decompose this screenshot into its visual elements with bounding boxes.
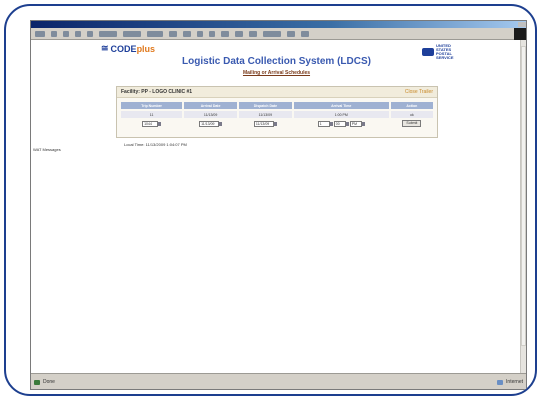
forward-button[interactable] [51,30,57,37]
arrival-date-field[interactable]: 11/13/09 [199,120,220,127]
table-header-row: Trip Number Arrival Date Dispatch Date A… [121,102,433,109]
table-cell: 11/13/09 [184,120,237,127]
column-header: Arrival Date [184,102,237,109]
dispatch-date-field[interactable]: 11/13/09 [253,120,274,127]
page-content: ≅ CODEplus UNITED STATES POSTAL SERVICE … [31,40,522,375]
chevron-down-icon[interactable] [158,121,162,126]
window-close-icon[interactable] [518,22,526,27]
panel-header: Facility: PP - LOGO CLINIC #1 Close Trai… [117,87,437,98]
zone-text: Internet [506,379,523,385]
submit-button[interactable]: Submit [402,120,422,127]
ampm-select[interactable]: PM [349,120,362,127]
table-cell: 11/13/09 [238,111,292,118]
stop-button[interactable] [63,30,69,37]
page-subtitle-link[interactable]: Mailing or Arrival Schedules [31,70,522,76]
browser-throbber-icon [514,28,526,40]
rounded-frame: ≅ CODEplus UNITED STATES POSTAL SERVICE … [4,4,537,396]
favorites-button[interactable] [123,30,141,37]
schedule-table: Trip Number Arrival Date Dispatch Date A… [119,100,435,129]
edit-button[interactable] [197,30,203,37]
table-cell: 1 00 PM [294,120,389,127]
eagle-icon [422,48,434,56]
table-cell: 1:00 PM [293,111,389,118]
browser-toolbar [31,28,526,40]
vertical-scrollbar[interactable] [520,40,526,375]
codeplus-logo: ≅ CODEplus [101,43,155,54]
browser-window: ≅ CODEplus UNITED STATES POSTAL SERVICE … [30,20,527,390]
minute-select[interactable]: 00 [333,120,346,127]
table-cell: 11/13/09 [184,111,237,118]
status-bar: Done Internet [31,373,526,389]
toolbar-button[interactable] [263,30,281,37]
internet-zone-icon [497,379,504,385]
table-input-row: 1044 11/13/09 11/13/09 1 00 PM Submit [121,120,433,127]
toolbar-button[interactable] [221,30,229,37]
close-trailer-link[interactable]: Close Trailer [405,89,433,95]
refresh-button[interactable] [75,30,81,37]
status-left: Done [34,379,55,385]
schedule-panel: Facility: PP - LOGO CLINIC #1 Close Trai… [116,86,438,138]
toolbar-button[interactable] [249,30,257,37]
home-button[interactable] [87,30,93,37]
panel-title: Facility: PP - LOGO CLINIC #1 [121,89,193,95]
search-button[interactable] [99,30,117,37]
table-row: 11 11/13/09 11/13/09 1:00 PM ok [121,111,433,118]
table-cell: 11/13/09 [239,120,292,127]
title-bar [31,21,526,28]
table-cell: Submit [391,120,433,127]
local-time: Local Time: 11/13/2009 1:04:07 PM [124,142,187,147]
page-icon [34,379,40,385]
scroll-thumb[interactable] [521,46,526,346]
trip-number-field[interactable]: 1044 [142,120,159,127]
toolbar-button[interactable] [235,30,243,37]
chevron-down-icon[interactable] [273,121,277,126]
table-cell: 1044 [121,120,182,127]
mail-button[interactable] [169,30,177,37]
column-header: Trip Number [121,102,183,109]
history-button[interactable] [147,30,163,37]
toolbar-button[interactable] [301,30,309,37]
status-right: Internet [497,379,523,385]
hour-select[interactable]: 1 [317,120,330,127]
chevron-down-icon[interactable] [361,121,365,126]
discuss-button[interactable] [209,30,215,37]
column-header: Action [390,102,433,109]
status-text: Done [43,379,55,385]
page-title: Logistic Data Collection System (LDCS) [182,56,371,67]
print-button[interactable] [183,30,191,37]
logo-mark-icon: ≅ [101,43,109,53]
table-cell: 11 [121,111,183,118]
messages-label: WAT Messages [33,147,61,152]
column-header: Dispatch Date [238,102,292,109]
toolbar-button[interactable] [287,30,295,37]
chevron-down-icon[interactable] [219,121,223,126]
chevron-down-icon[interactable] [329,121,333,126]
chevron-down-icon[interactable] [345,121,349,126]
table-cell: ok [390,111,433,118]
back-button[interactable] [35,30,45,37]
column-header: Arrival Time [293,102,389,109]
logo-text: CODEplus [110,43,156,54]
